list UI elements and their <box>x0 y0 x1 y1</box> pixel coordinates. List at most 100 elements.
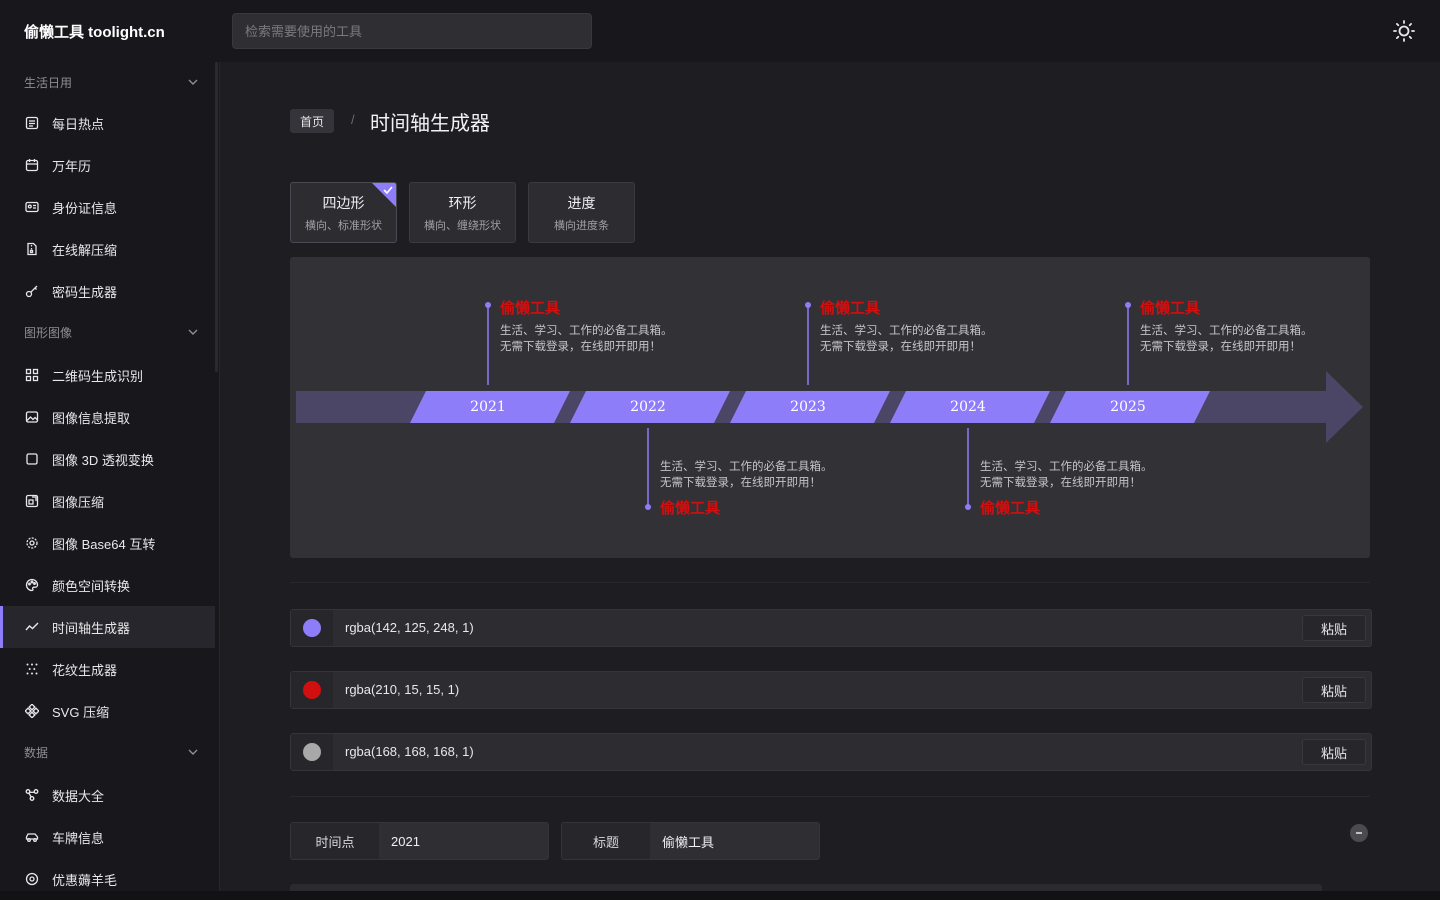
title-input[interactable]: 偷懒工具 <box>650 823 819 859</box>
id-card-icon <box>24 199 40 215</box>
sidebar: 生活日用 每日热点 万年历 身份证信息 在线解压缩 密码生成器 图形图像 二维码… <box>0 62 220 900</box>
dots-pattern-icon <box>24 661 40 677</box>
shape-option-ring[interactable]: 环形 横向、缠绕形状 <box>409 182 516 243</box>
sun-icon <box>1393 20 1415 42</box>
sidebar-item-label: 图像压缩 <box>52 494 105 510</box>
sidebar-item-daily-hot[interactable]: 每日热点 <box>0 102 215 144</box>
color-swatch-button[interactable] <box>291 610 333 646</box>
sidebar-item-label: 在线解压缩 <box>52 242 118 258</box>
shape-option-subtitle: 横向、标准形状 <box>305 219 382 232</box>
top-header: 偷懒工具 toolight.cn <box>0 0 1440 62</box>
qrcode-icon <box>24 367 40 383</box>
color-value-input[interactable]: rgba(168, 168, 168, 1) <box>345 734 1245 770</box>
sidebar-item-label: 时间轴生成器 <box>52 620 131 636</box>
connector-bottom <box>965 428 971 510</box>
color-value-input[interactable]: rgba(142, 125, 248, 1) <box>345 610 1245 646</box>
list-icon <box>24 115 40 131</box>
timeline-year: 2023 <box>790 399 826 415</box>
sidebar-item-label: 密码生成器 <box>52 284 118 300</box>
event-description: 生活、学习、工作的必备工具箱。 <box>500 323 673 337</box>
chevron-down-icon <box>188 79 198 85</box>
event-title: 偷懒工具 <box>500 299 561 317</box>
event-description: 生活、学习、工作的必备工具箱。 <box>1140 323 1313 337</box>
sidebar-item-plate[interactable]: 车牌信息 <box>0 816 215 858</box>
sidebar-item-image-info[interactable]: 图像信息提取 <box>0 396 215 438</box>
sidebar-item-label: 图像 3D 透视变换 <box>52 452 154 468</box>
sidebar-group-label: 图形图像 <box>24 325 73 340</box>
bottom-bar <box>0 891 1440 900</box>
connector-bottom <box>645 428 651 510</box>
sidebar-item-label: 数据大全 <box>52 788 105 804</box>
sidebar-item-label: 图像 Base64 互转 <box>52 536 156 552</box>
theme-toggle-button[interactable] <box>1392 19 1416 43</box>
event-description: 生活、学习、工作的必备工具箱。 <box>820 323 993 337</box>
breadcrumb-home[interactable]: 首页 <box>290 109 335 133</box>
sidebar-item-svg-compress[interactable]: SVG 压缩 <box>0 690 215 732</box>
sidebar-group-graphics[interactable]: 图形图像 <box>0 312 215 352</box>
sidebar-item-id-card[interactable]: 身份证信息 <box>0 186 215 228</box>
search-input[interactable] <box>232 13 592 49</box>
sidebar-item-qrcode[interactable]: 二维码生成识别 <box>0 354 215 396</box>
event-title: 偷懒工具 <box>980 499 1041 517</box>
sidebar-item-base64[interactable]: 图像 Base64 互转 <box>0 522 215 564</box>
sidebar-item-label: 图像信息提取 <box>52 410 131 426</box>
sidebar-item-pattern[interactable]: 花纹生成器 <box>0 648 215 690</box>
timeline-preview: 2021 2022 2023 2024 2025 偷懒工具 生活、学习、工作的必… <box>290 257 1370 558</box>
timeline-year: 2022 <box>630 399 666 415</box>
event-description: 无需下载登录，在线即开即用！ <box>1140 339 1301 353</box>
sidebar-item-password[interactable]: 密码生成器 <box>0 270 215 312</box>
remove-event-button[interactable] <box>1350 824 1368 842</box>
event-description: 无需下载登录，在线即开即用！ <box>500 339 661 353</box>
section-divider <box>290 582 1370 583</box>
sidebar-item-calendar[interactable]: 万年历 <box>0 144 215 186</box>
sidebar-item-image-3d[interactable]: 图像 3D 透视变换 <box>0 438 215 480</box>
shape-option-title: 环形 <box>448 194 477 211</box>
event-title: 偷懒工具 <box>660 499 721 517</box>
sidebar-scrollbar[interactable] <box>215 62 218 372</box>
event-description: 无需下载登录，在线即开即用！ <box>980 475 1141 489</box>
chevron-down-icon <box>188 749 198 755</box>
color-swatch-button[interactable] <box>291 734 333 770</box>
sidebar-item-label: 二维码生成识别 <box>52 368 144 384</box>
timeline-icon <box>24 619 40 635</box>
site-logo[interactable]: 偷懒工具 toolight.cn <box>24 21 165 42</box>
color-swatch <box>303 743 321 761</box>
sidebar-item-label: 每日热点 <box>52 116 105 132</box>
paste-button[interactable]: 粘贴 <box>1302 739 1366 765</box>
section-divider <box>290 796 1370 797</box>
data-icon <box>24 787 40 803</box>
color-value-input[interactable]: rgba(210, 15, 15, 1) <box>345 672 1245 708</box>
time-point-input[interactable]: 2021 <box>379 823 548 859</box>
minus-icon <box>1356 832 1362 834</box>
time-point-label: 时间点 <box>291 823 379 859</box>
sidebar-group-life[interactable]: 生活日用 <box>0 62 215 102</box>
sidebar-group-data[interactable]: 数据 <box>0 732 215 772</box>
color-swatch-button[interactable] <box>291 672 333 708</box>
timeline-year: 2024 <box>950 399 986 415</box>
sidebar-item-label: 万年历 <box>52 158 92 174</box>
sidebar-item-data-all[interactable]: 数据大全 <box>0 774 215 816</box>
sidebar-item-label: 身份证信息 <box>52 200 118 216</box>
palette-icon <box>24 577 40 593</box>
shape-option-progress[interactable]: 进度 横向进度条 <box>528 182 635 243</box>
sidebar-item-color-space[interactable]: 颜色空间转换 <box>0 564 215 606</box>
paste-button[interactable]: 粘贴 <box>1302 615 1366 641</box>
paste-button[interactable]: 粘贴 <box>1302 677 1366 703</box>
event-title: 偷懒工具 <box>820 299 881 317</box>
calendar-icon <box>24 157 40 173</box>
sidebar-item-unzip[interactable]: 在线解压缩 <box>0 228 215 270</box>
sidebar-group-label: 生活日用 <box>24 75 73 90</box>
event-description: 生活、学习、工作的必备工具箱。 <box>980 459 1153 473</box>
image-compress-icon <box>24 493 40 509</box>
event-title: 偷懒工具 <box>1140 299 1201 317</box>
sidebar-item-timeline[interactable]: 时间轴生成器 <box>0 606 215 648</box>
time-point-field: 时间点 2021 <box>290 822 549 860</box>
event-description: 无需下载登录，在线即开即用！ <box>820 339 981 353</box>
shape-option-subtitle: 横向进度条 <box>554 219 609 232</box>
color-row-primary: rgba(142, 125, 248, 1) 粘贴 <box>290 609 1372 647</box>
sidebar-item-image-compress[interactable]: 图像压缩 <box>0 480 215 522</box>
key-icon <box>24 283 40 299</box>
sidebar-item-label: 车牌信息 <box>52 830 105 846</box>
shape-option-quad[interactable]: 四边形 横向、标准形状 <box>290 182 397 243</box>
event-description: 生活、学习、工作的必备工具箱。 <box>660 459 833 473</box>
